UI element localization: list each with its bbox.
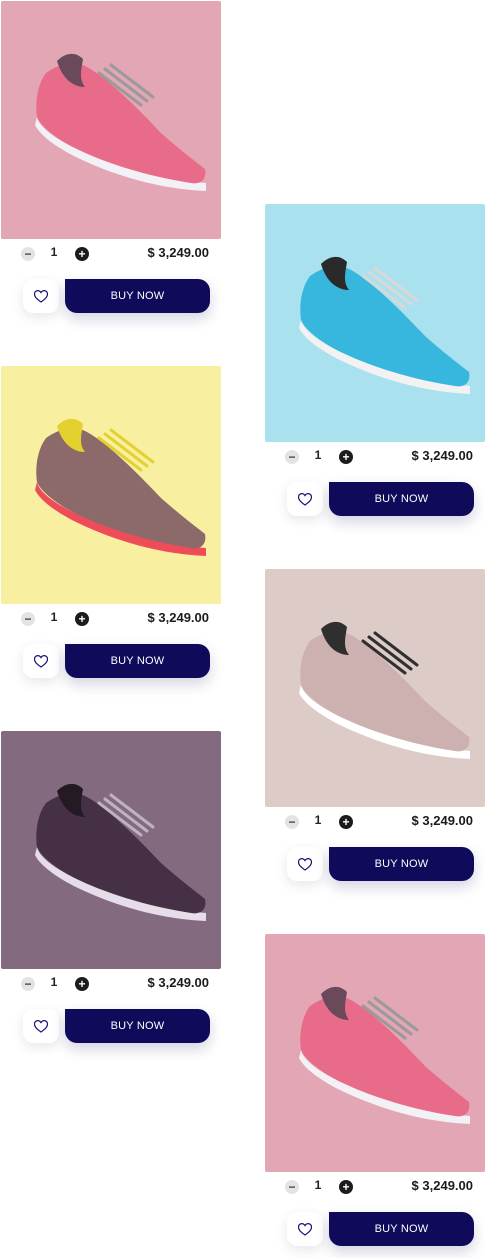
quantity-value: 1 — [50, 610, 58, 624]
action-row: BUY NOW — [1, 1009, 221, 1055]
quantity-row: − 1 + $ 3,249.00 — [1, 604, 221, 634]
price-label: $ 3,249.00 — [411, 813, 473, 828]
favorite-button[interactable] — [23, 644, 59, 678]
price-label: $ 3,249.00 — [147, 975, 209, 990]
plus-icon[interactable]: + — [339, 1180, 353, 1194]
minus-icon[interactable]: − — [285, 1180, 299, 1194]
shoe-image — [1, 1, 221, 239]
action-row: BUY NOW — [265, 1212, 485, 1258]
quantity-row: − 1 + $ 3,249.00 — [265, 807, 485, 837]
minus-icon[interactable]: − — [285, 815, 299, 829]
favorite-button[interactable] — [287, 482, 323, 516]
heart-icon — [298, 857, 312, 871]
buy-now-button[interactable]: BUY NOW — [65, 279, 210, 313]
quantity-value: 1 — [314, 813, 322, 827]
buy-now-button[interactable]: BUY NOW — [329, 847, 474, 881]
product-image[interactable] — [1, 1, 221, 239]
shoe-image — [265, 569, 485, 807]
quantity-value: 1 — [314, 1178, 322, 1192]
price-label: $ 3,249.00 — [411, 1178, 473, 1193]
heart-icon — [298, 492, 312, 506]
heart-icon — [34, 289, 48, 303]
plus-icon[interactable]: + — [75, 977, 89, 991]
heart-icon — [34, 1019, 48, 1033]
action-row: BUY NOW — [1, 279, 221, 325]
price-label: $ 3,249.00 — [411, 448, 473, 463]
quantity-value: 1 — [314, 448, 322, 462]
price-label: $ 3,249.00 — [147, 245, 209, 260]
shoe-image — [265, 934, 485, 1172]
price-label: $ 3,249.00 — [147, 610, 209, 625]
shoe-image — [265, 204, 485, 442]
plus-icon[interactable]: + — [339, 815, 353, 829]
favorite-button[interactable] — [23, 279, 59, 313]
quantity-row: − 1 + $ 3,249.00 — [1, 239, 221, 269]
minus-icon[interactable]: − — [21, 977, 35, 991]
heart-icon — [34, 654, 48, 668]
product-image[interactable] — [1, 366, 221, 604]
heart-icon — [298, 1222, 312, 1236]
product-image[interactable] — [265, 569, 485, 807]
product-card-3: − 1 + $ 3,249.00 BUY NOW — [1, 366, 221, 690]
shoe-image — [1, 731, 221, 969]
plus-icon[interactable]: + — [75, 247, 89, 261]
plus-icon[interactable]: + — [339, 450, 353, 464]
quantity-value: 1 — [50, 245, 58, 259]
action-row: BUY NOW — [1, 644, 221, 690]
minus-icon[interactable]: − — [21, 247, 35, 261]
favorite-button[interactable] — [23, 1009, 59, 1043]
quantity-row: − 1 + $ 3,249.00 — [265, 1172, 485, 1202]
quantity-row: − 1 + $ 3,249.00 — [1, 969, 221, 999]
action-row: BUY NOW — [265, 482, 485, 528]
minus-icon[interactable]: − — [285, 450, 299, 464]
buy-now-button[interactable]: BUY NOW — [65, 644, 210, 678]
minus-icon[interactable]: − — [21, 612, 35, 626]
product-card-4: − 1 + $ 3,249.00 BUY NOW — [265, 569, 485, 893]
shoe-image — [1, 366, 221, 604]
favorite-button[interactable] — [287, 1212, 323, 1246]
product-image[interactable] — [265, 204, 485, 442]
product-card-1: − 1 + $ 3,249.00 BUY NOW — [1, 1, 221, 325]
buy-now-button[interactable]: BUY NOW — [329, 482, 474, 516]
plus-icon[interactable]: + — [75, 612, 89, 626]
action-row: BUY NOW — [265, 847, 485, 893]
quantity-row: − 1 + $ 3,249.00 — [265, 442, 485, 472]
product-card-2: − 1 + $ 3,249.00 BUY NOW — [265, 204, 485, 528]
product-card-5: − 1 + $ 3,249.00 BUY NOW — [1, 731, 221, 1055]
favorite-button[interactable] — [287, 847, 323, 881]
product-image[interactable] — [265, 934, 485, 1172]
quantity-value: 1 — [50, 975, 58, 989]
product-image[interactable] — [1, 731, 221, 969]
product-card-6: − 1 + $ 3,249.00 BUY NOW — [265, 934, 485, 1258]
buy-now-button[interactable]: BUY NOW — [65, 1009, 210, 1043]
buy-now-button[interactable]: BUY NOW — [329, 1212, 474, 1246]
